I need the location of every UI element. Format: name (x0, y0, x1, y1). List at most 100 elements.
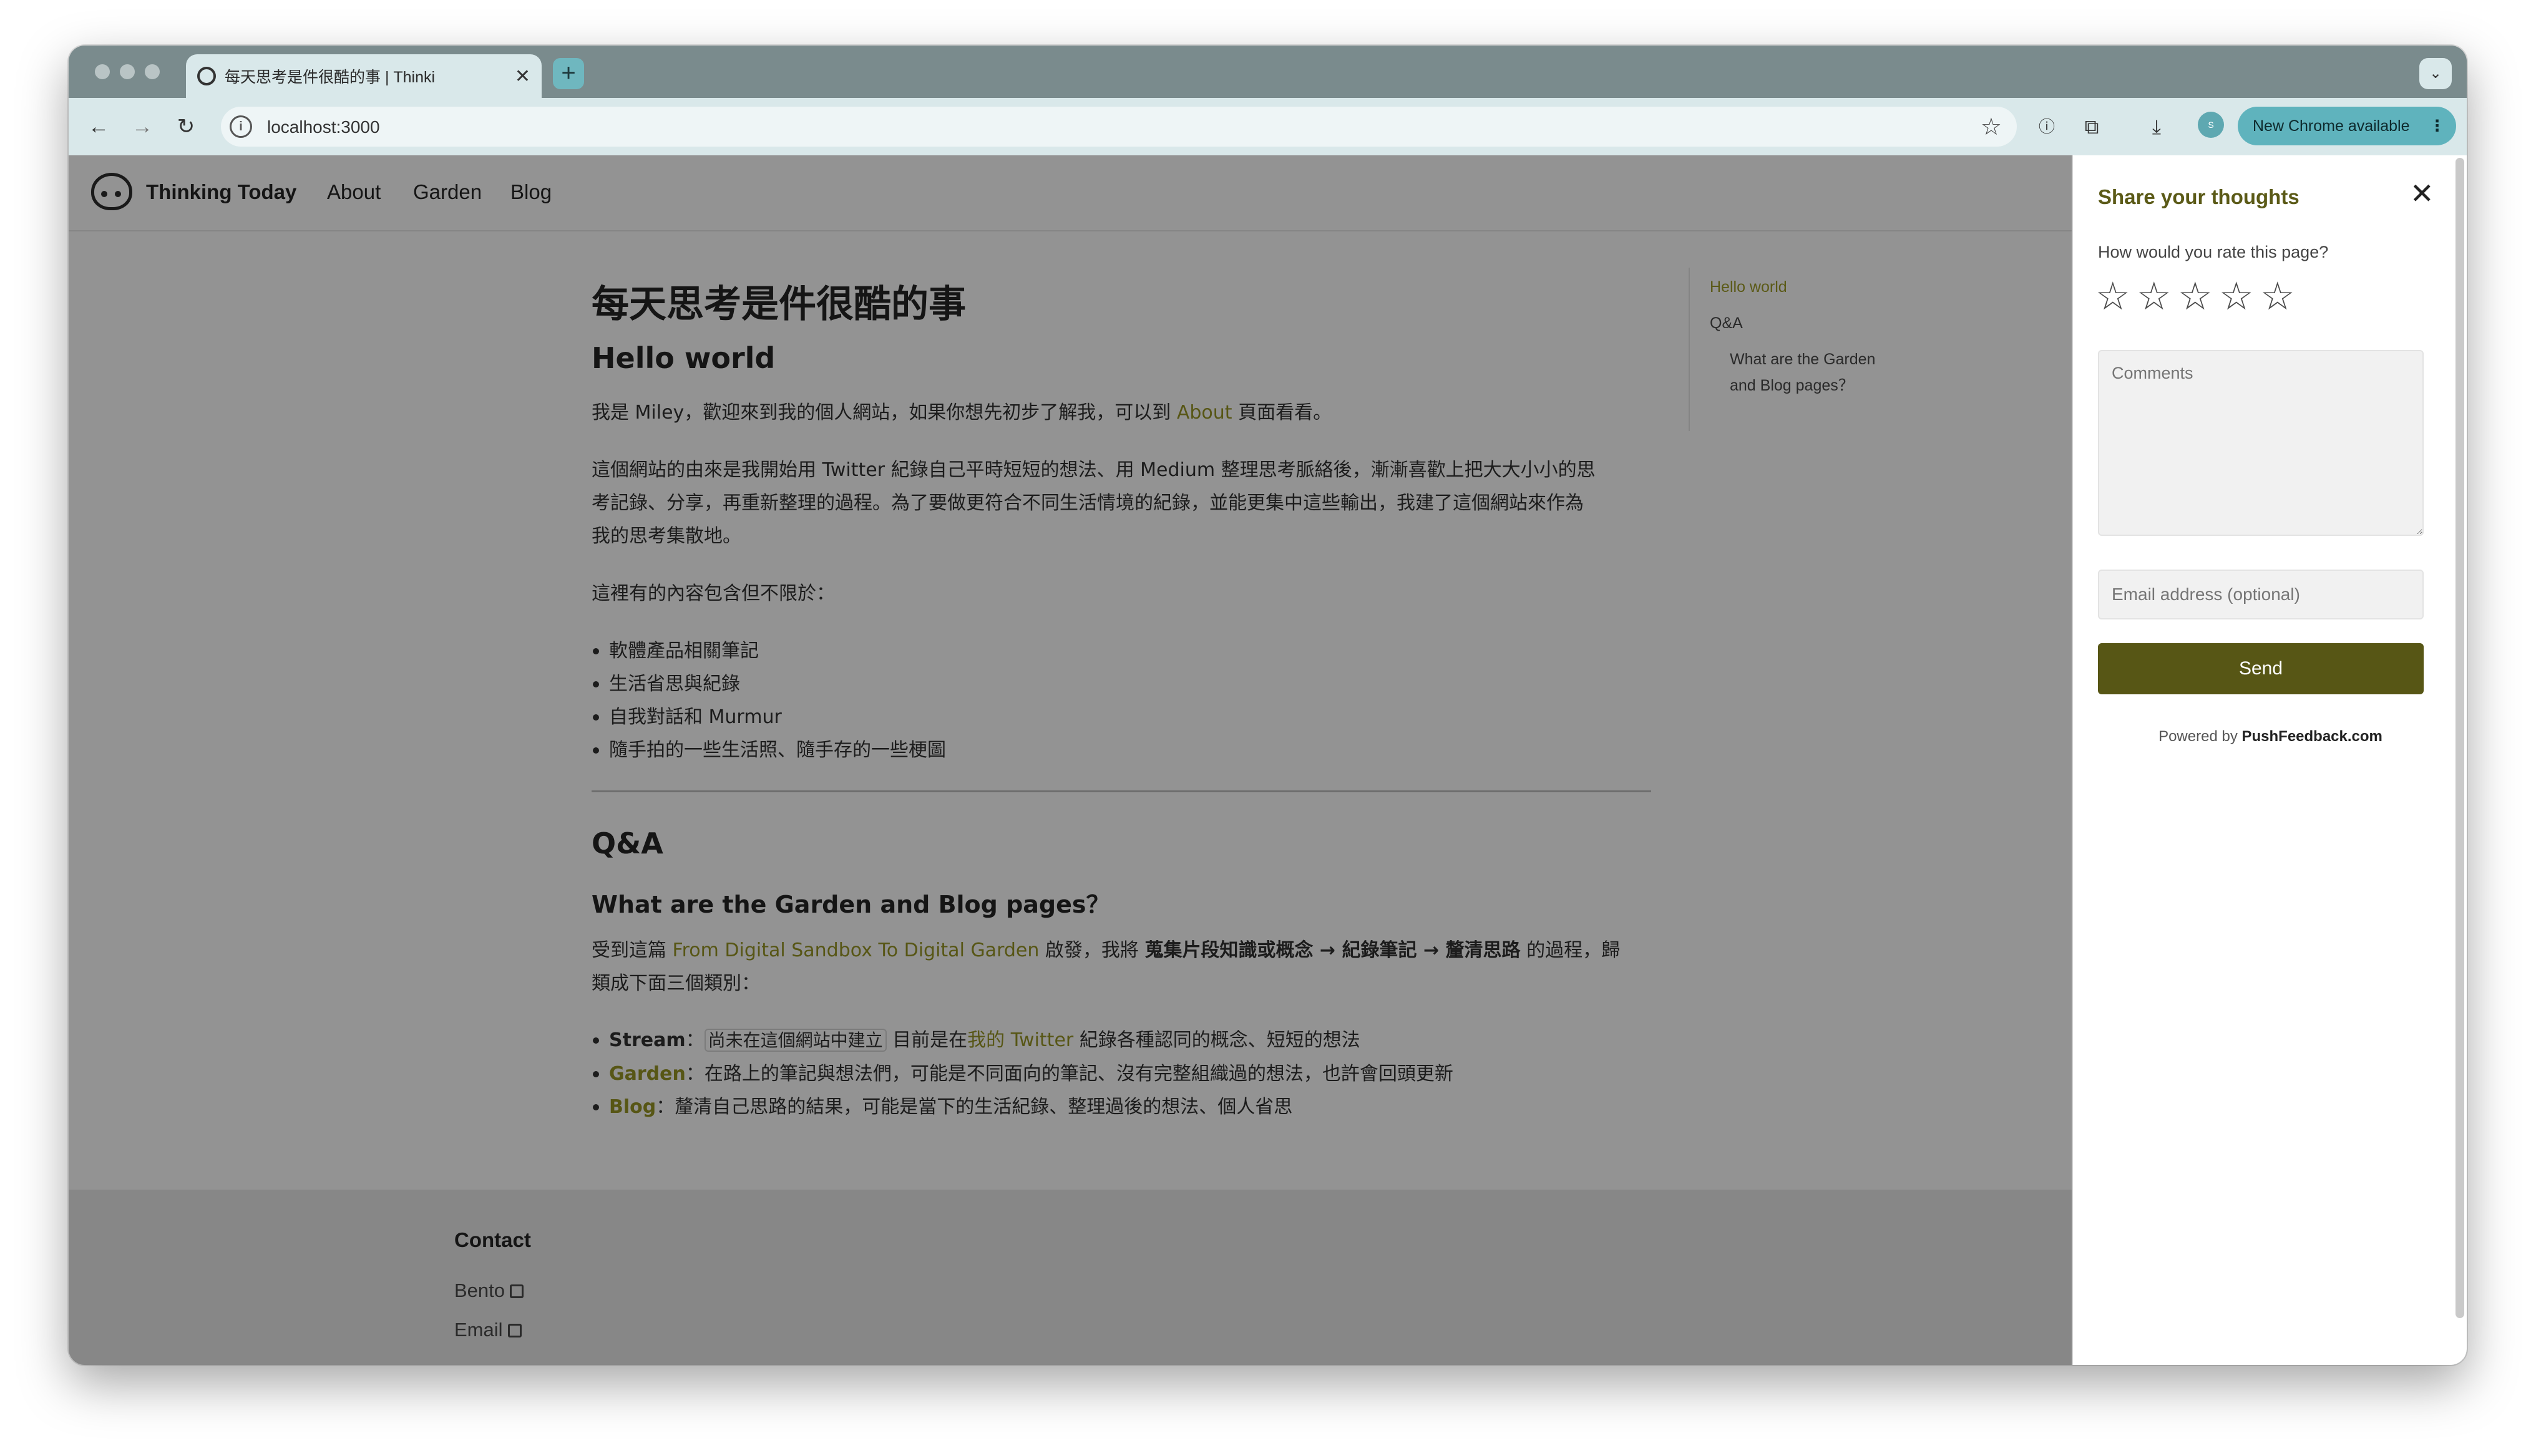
send-button[interactable]: Send (2098, 643, 2424, 694)
new-tab-button[interactable]: + (553, 58, 584, 89)
contact-heading: Contact (454, 1228, 531, 1251)
pushfeedback-link[interactable]: PushFeedback.com (2241, 728, 2382, 745)
back-icon[interactable]: ← (84, 112, 114, 142)
nav-link-blog[interactable]: Blog (510, 180, 552, 204)
list-item: 隨手拍的一些生活照、隨手存的一些梗圖 (593, 734, 946, 767)
stream-label: Stream (609, 1029, 686, 1051)
feedback-panel: Share your thoughts ✕ How would you rate… (2072, 155, 2467, 1365)
browser-toolbar: ← → ↻ i localhost:3000 ☆ ⓘ ⧉ ⤓ (69, 98, 2467, 155)
browser-window: 每天思考是件很酷的事 | Thinki ✕ + ⌄ ← → ↻ i localh… (69, 46, 2467, 1365)
rating-question: How would you rate this page? (2098, 243, 2329, 261)
profile-avatar[interactable]: S (2198, 112, 2224, 138)
powered-by: Powered by PushFeedback.com (2073, 728, 2467, 745)
twitter-link[interactable]: 我的 Twitter (967, 1029, 1073, 1051)
bento-link-label: Bento (454, 1279, 505, 1301)
site-footer: Contact Bento Email (69, 1190, 2072, 1365)
garden-text: ：在路上的筆記與想法們，可能是不同面向的筆記、沒有完整組織過的想法，也許會回頭更… (685, 1063, 1453, 1085)
toc-item-garden-blog-line-2[interactable]: and Blog pages？ (1730, 372, 1854, 399)
nav-link-garden[interactable]: Garden (413, 180, 482, 204)
page-title: 每天思考是件很酷的事 (592, 283, 966, 326)
password-manager-icon[interactable]: ⓘ (2032, 112, 2062, 142)
list-item-garden: Garden：在路上的筆記與想法們，可能是不同面向的筆記、沒有完整組織過的想法，… (593, 1057, 1453, 1090)
email-field[interactable] (2098, 570, 2424, 619)
star-3-icon[interactable]: ☆ (2178, 278, 2213, 316)
favicon-icon (197, 67, 216, 85)
close-window-button[interactable] (95, 64, 110, 79)
close-icon[interactable]: ✕ (2410, 179, 2434, 208)
intro-paragraph: 我是 Miley，歡迎來到我的個人網站，如果你想先初步了解我，可以到 About… (592, 396, 1332, 429)
feedback-title: Share your thoughts (2098, 185, 2299, 208)
hello-heading: Hello world (592, 341, 776, 375)
reload-icon[interactable]: ↻ (171, 112, 201, 142)
contents-intro: 這裡有的內容包含但不限於： (592, 583, 835, 604)
menu-kebab-icon: ⋮ (2429, 117, 2445, 135)
download-icon[interactable]: ⤓ (2142, 112, 2172, 142)
brand-title[interactable]: Thinking Today (146, 180, 296, 204)
stream-sep: ： (685, 1029, 705, 1051)
address-bar[interactable]: i localhost:3000 ☆ (221, 107, 2017, 147)
digital-garden-article-link[interactable]: From Digital Sandbox To Digital Garden (673, 939, 1040, 961)
origin-line-1: 這個網站的由來是我開始用 Twitter 紀錄自己平時短短的想法、用 Mediu… (592, 459, 1596, 481)
star-1-icon[interactable]: ☆ (2095, 278, 2130, 316)
tab-title: 每天思考是件很酷的事 | Thinki (225, 69, 436, 86)
comments-field[interactable] (2098, 350, 2424, 536)
garden-paragraph: 受到這篇 From Digital Sandbox To Digital Gar… (592, 934, 1620, 967)
update-chrome-label: New Chrome available (2253, 117, 2410, 135)
star-2-icon[interactable]: ☆ (2137, 278, 2172, 316)
forward-icon[interactable]: → (127, 112, 157, 142)
origin-line-2: 考記錄、分享，再重新整理的過程。為了要做更符合不同生活情境的紀錄，並能更集中這些… (592, 492, 1584, 514)
intro-text: 我是 Miley，歡迎來到我的個人網站，如果你想先初步了解我，可以到 (592, 402, 1177, 424)
tab-search-button[interactable]: ⌄ (2419, 58, 2452, 89)
stream-mid: 目前是在 (886, 1029, 968, 1051)
list-item-blog: Blog：釐清自己思路的結果，可能是當下的生活紀錄、整理過後的想法、個人省思 (592, 1090, 1293, 1124)
qa-question-heading: What are the Garden and Blog pages？ (592, 891, 1110, 918)
garden-link[interactable]: Garden (609, 1063, 686, 1085)
maximize-window-button[interactable] (145, 64, 160, 79)
list-item: 自我對話和 Murmur (593, 701, 782, 734)
url-text[interactable]: localhost:3000 (267, 117, 380, 137)
table-of-contents: Hello world Q&A What are the Garden and … (1689, 268, 1901, 431)
powered-prefix: Powered by (2158, 728, 2242, 745)
blog-text: ：釐清自己思路的結果，可能是當下的生活紀錄、整理過後的想法、個人省思 (656, 1096, 1293, 1118)
page-viewport: Thinking Today About Garden Blog 每天思考是件很… (69, 155, 2467, 1365)
site-header: Thinking Today About Garden Blog (69, 155, 2072, 231)
star-4-icon[interactable]: ☆ (2219, 278, 2254, 316)
garden-p-bold: 蒐集片段知識或概念 → 紀錄筆記 → 釐清思路 (1144, 939, 1521, 961)
minimize-window-button[interactable] (120, 64, 135, 79)
tab-strip: 每天思考是件很酷的事 | Thinki ✕ + ⌄ (69, 46, 2467, 98)
email-link-label: Email (454, 1319, 503, 1341)
stream-code: 尚未在這個網站中建立 (704, 1029, 887, 1052)
external-link-icon (507, 1324, 522, 1337)
logo-icon[interactable] (91, 173, 132, 210)
toc-item-garden-blog[interactable]: What are the Garden (1730, 346, 1875, 372)
section-divider (592, 790, 1651, 792)
nav-link-about[interactable]: About (327, 180, 381, 204)
about-link[interactable]: About (1177, 402, 1232, 424)
bento-link[interactable]: Bento (454, 1279, 524, 1302)
intro-suffix: 頁面看看。 (1232, 402, 1332, 424)
blog-link[interactable]: Blog (609, 1096, 656, 1118)
browser-tab[interactable]: 每天思考是件很酷的事 | Thinki ✕ (186, 54, 542, 98)
scrollbar[interactable] (2456, 158, 2464, 1318)
site-page: Thinking Today About Garden Blog 每天思考是件很… (69, 155, 2072, 1365)
update-chrome-button[interactable]: New Chrome available ⋮ (2238, 107, 2456, 145)
toc-item-hello-world[interactable]: Hello world (1710, 274, 1787, 300)
close-tab-icon[interactable]: ✕ (515, 66, 530, 87)
extensions-icon[interactable]: ⧉ (2077, 112, 2107, 142)
toc-item-qa[interactable]: Q&A (1710, 310, 1743, 336)
list-item: 生活省思與紀錄 (593, 667, 740, 701)
garden-paragraph-line-2: 類成下面三個類別： (592, 973, 760, 994)
star-5-icon[interactable]: ☆ (2260, 278, 2295, 316)
stream-suffix: 紀錄各種認同的概念、短短的想法 (1073, 1029, 1360, 1051)
email-link[interactable]: Email (454, 1319, 522, 1341)
garden-p-mid: 啟發，我將 (1039, 939, 1145, 961)
origin-line-3: 我的思考集散地。 (592, 525, 741, 547)
bookmark-star-icon[interactable]: ☆ (1981, 113, 2002, 141)
list-item: 軟體產品相關筆記 (593, 634, 759, 667)
qa-heading: Q&A (592, 827, 663, 860)
garden-p-suffix: 的過程，歸 (1520, 939, 1621, 961)
list-item-stream: Stream： 尚未在這個網站中建立 目前是在我的 Twitter 紀錄各種認同的… (593, 1024, 1360, 1057)
garden-p-prefix: 受到這篇 (592, 939, 673, 961)
site-info-icon[interactable]: i (230, 115, 252, 138)
external-link-icon (510, 1284, 524, 1298)
